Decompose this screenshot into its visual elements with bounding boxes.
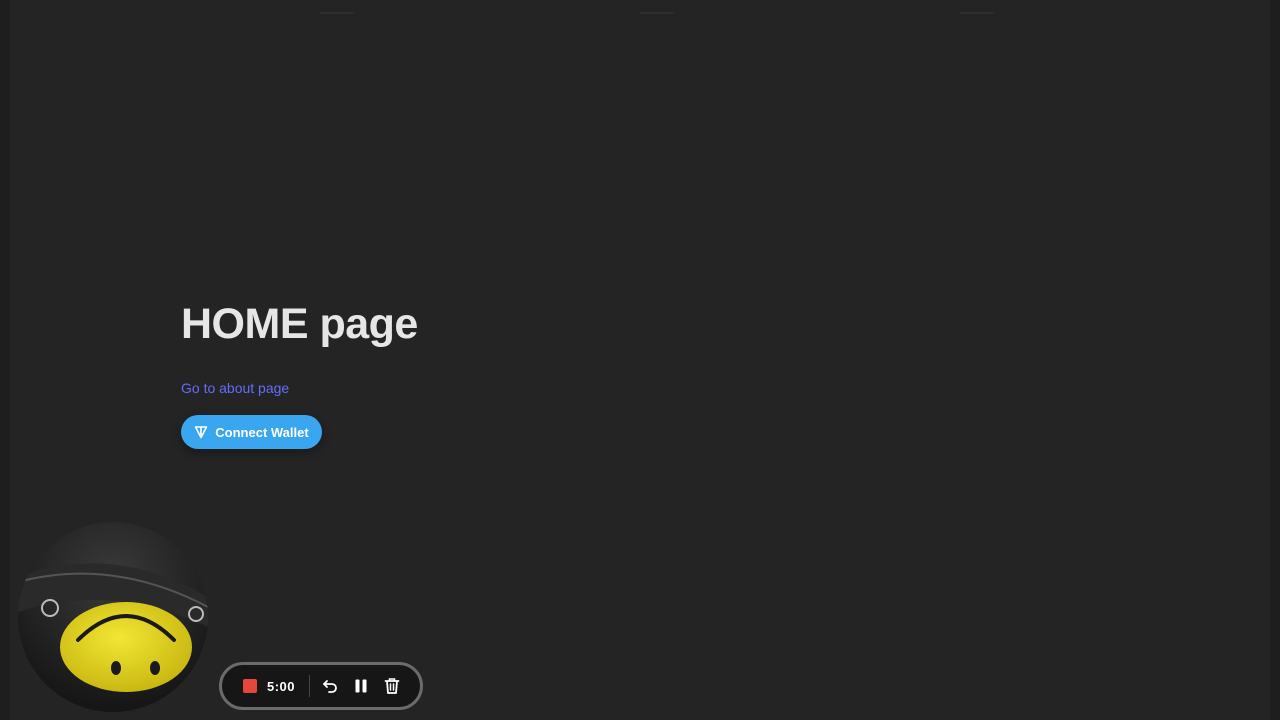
trash-icon[interactable] (381, 675, 403, 697)
connect-wallet-label: Connect Wallet (215, 424, 309, 440)
webcam-bubble[interactable] (18, 522, 208, 712)
stop-recording-button[interactable] (243, 679, 257, 693)
toolbar-divider (309, 675, 310, 697)
connect-wallet-button[interactable]: Connect Wallet (181, 415, 322, 449)
recording-timer: 5:00 (267, 678, 296, 694)
undo-icon[interactable] (319, 675, 341, 697)
about-page-link[interactable]: Go to about page (181, 380, 289, 396)
recording-toolbar: 5:00 (219, 662, 423, 710)
webcam-feed-image (18, 522, 208, 712)
page-title: HOME page (181, 300, 418, 348)
ton-icon (194, 425, 208, 439)
pause-icon[interactable] (350, 675, 372, 697)
